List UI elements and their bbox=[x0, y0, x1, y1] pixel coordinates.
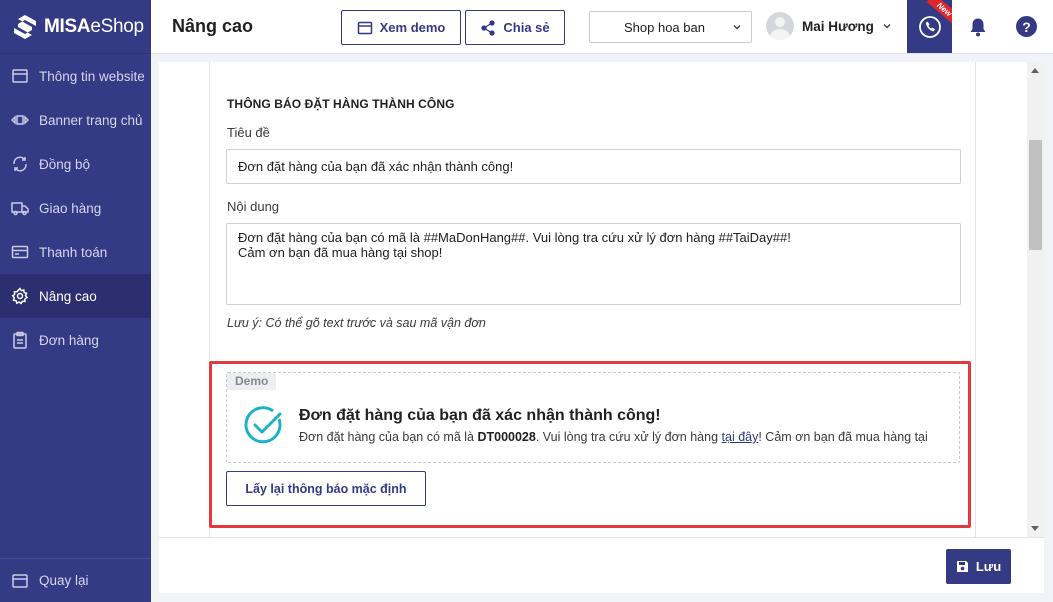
scroll-up-arrow[interactable] bbox=[1031, 68, 1039, 73]
demo-heading: Đơn đặt hàng của bạn đã xác nhận thành c… bbox=[299, 407, 661, 424]
payment-icon bbox=[11, 245, 29, 259]
misa-logo-icon bbox=[14, 14, 36, 39]
sidebar-item-shipping[interactable]: Giao hàng bbox=[0, 186, 151, 230]
title-input[interactable]: Đơn đặt hàng của bạn đã xác nhận thành c… bbox=[226, 149, 961, 184]
share-icon bbox=[481, 19, 496, 36]
share-label: Chia sẻ bbox=[503, 20, 550, 35]
sidebar-item-banner[interactable]: Banner trang chủ bbox=[0, 98, 151, 142]
avatar bbox=[766, 12, 794, 40]
banner-icon bbox=[11, 115, 29, 125]
shop-select-value: Shop hoa ban bbox=[624, 19, 705, 35]
sidebar-item-label: Thanh toán bbox=[39, 244, 108, 260]
user-name: Mai Hương bbox=[802, 18, 874, 34]
phone-icon bbox=[918, 15, 941, 38]
title-label: Tiêu đề bbox=[227, 125, 270, 140]
sidebar: MISAeShop Thông tin website Banner trang… bbox=[0, 0, 151, 602]
scroll-thumb[interactable] bbox=[1029, 140, 1042, 250]
footer-bar: Lưu bbox=[159, 537, 1044, 593]
sidebar-nav: Thông tin website Banner trang chủ Đồng … bbox=[0, 54, 151, 362]
truck-icon bbox=[11, 202, 29, 216]
content-textarea[interactable]: Đơn đặt hàng của bạn có mã là ##MaDonHan… bbox=[226, 223, 961, 305]
save-icon bbox=[956, 561, 968, 572]
help-icon[interactable]: ? bbox=[1016, 16, 1037, 37]
section-title: THÔNG BÁO ĐẶT HÀNG THÀNH CÔNG bbox=[227, 97, 455, 111]
shop-select[interactable]: Shop hoa ban bbox=[589, 11, 752, 43]
chevron-down-icon bbox=[733, 24, 741, 30]
content-label: Nội dung bbox=[227, 199, 280, 214]
reset-default-button[interactable]: Lấy lại thông báo mặc định bbox=[226, 471, 426, 506]
back-label: Quay lại bbox=[39, 573, 89, 588]
sidebar-item-payment[interactable]: Thanh toán bbox=[0, 230, 151, 274]
sidebar-item-label: Đơn hàng bbox=[39, 332, 99, 348]
view-demo-button[interactable]: Xem demo bbox=[341, 10, 461, 45]
page-title: Nâng cao bbox=[172, 16, 254, 36]
save-label: Lưu bbox=[975, 559, 1002, 574]
sidebar-item-label: Nâng cao bbox=[39, 288, 97, 304]
sidebar-item-label: Đồng bộ bbox=[39, 156, 91, 172]
hotline-button[interactable]: New bbox=[907, 0, 952, 53]
scrollbar[interactable] bbox=[1027, 62, 1044, 537]
order-code: DT000028 bbox=[477, 430, 536, 444]
browser-icon bbox=[357, 21, 372, 34]
check-circle-icon bbox=[244, 406, 282, 444]
sidebar-item-website-info[interactable]: Thông tin website bbox=[0, 54, 151, 98]
sidebar-item-orders[interactable]: Đơn hàng bbox=[0, 318, 151, 362]
demo-preview: Demo Đơn đặt hàng của bạn đã xác nhận th… bbox=[226, 372, 960, 463]
sidebar-item-label: Giao hàng bbox=[39, 200, 102, 216]
demo-message: Đơn đặt hàng của bạn có mã là DT000028. … bbox=[299, 430, 928, 444]
browser-icon bbox=[12, 573, 28, 588]
share-button[interactable]: Chia sẻ bbox=[465, 10, 565, 45]
sync-icon bbox=[13, 156, 27, 172]
clipboard-icon bbox=[13, 331, 27, 349]
app-logo[interactable]: MISAeShop bbox=[0, 0, 151, 54]
app-name: MISAeShop bbox=[44, 15, 144, 37]
back-button[interactable]: Quay lại bbox=[0, 558, 151, 602]
sidebar-item-sync[interactable]: Đồng bộ bbox=[0, 142, 151, 186]
scroll-down-arrow[interactable] bbox=[1031, 526, 1039, 531]
here-link[interactable]: tại đây bbox=[722, 430, 759, 444]
demo-tag: Demo bbox=[227, 373, 277, 390]
sidebar-item-advanced[interactable]: Nâng cao bbox=[0, 274, 151, 318]
save-button[interactable]: Lưu bbox=[946, 549, 1011, 584]
sidebar-item-label: Banner trang chủ bbox=[39, 112, 143, 128]
top-header: Nâng cao Xem demo Chia sẻ Shop hoa ban M… bbox=[151, 0, 1053, 54]
gear-icon bbox=[11, 287, 29, 305]
view-demo-label: Xem demo bbox=[379, 20, 446, 35]
browser-icon bbox=[12, 69, 28, 83]
chevron-down-icon bbox=[883, 23, 891, 29]
bell-icon[interactable] bbox=[967, 16, 989, 38]
user-menu[interactable]: Mai Hương bbox=[766, 12, 892, 40]
sidebar-item-label: Thông tin website bbox=[39, 68, 145, 84]
note-text: Lưu ý: Có thể gõ text trước và sau mã vậ… bbox=[227, 316, 486, 330]
